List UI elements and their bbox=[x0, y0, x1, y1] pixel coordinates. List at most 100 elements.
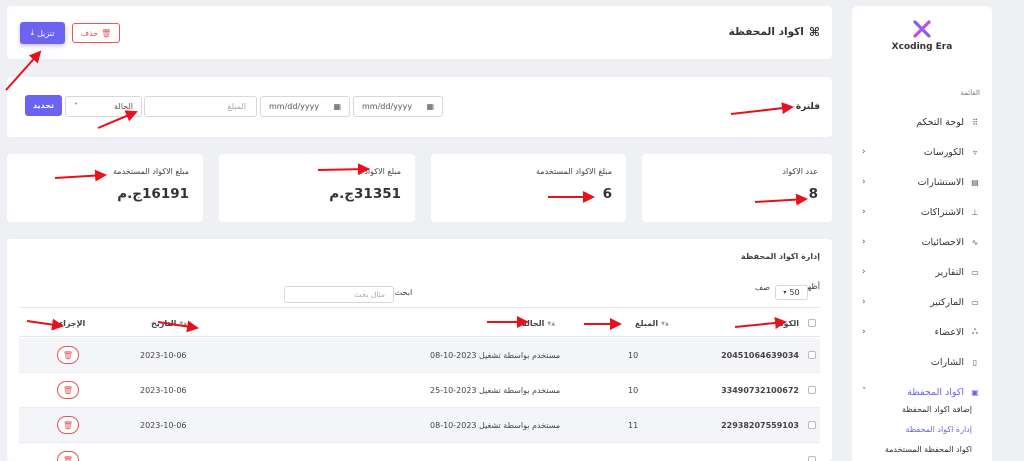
calendar-icon: ▦ bbox=[426, 102, 434, 111]
sidebar-item-reports[interactable]: ▭ التقارير ‹ bbox=[852, 260, 992, 284]
sidebar-subitem-manage-wallet-codes[interactable]: إدارة اكواد المحفظة bbox=[906, 425, 972, 434]
cell-date: 2023-10-06 bbox=[140, 421, 187, 430]
logo[interactable]: Xcoding Era bbox=[852, 20, 992, 52]
row-delete-button[interactable]: 🗑︎ bbox=[57, 346, 79, 364]
date-to-input[interactable]: ▦ mm/dd/yyyy bbox=[260, 96, 350, 117]
hierarchy-icon: ⊥ bbox=[971, 207, 979, 217]
sidebar-item-courses[interactable]: ▿ الكورسات ‹ bbox=[852, 140, 992, 164]
stat-label: مبلغ الاكواد المستخدمة bbox=[113, 167, 189, 176]
row-delete-button[interactable]: 🗑︎ bbox=[57, 451, 79, 461]
chevron-down-icon: ˅ bbox=[74, 102, 78, 111]
date-from-input[interactable]: ▦ mm/dd/yyyy bbox=[353, 96, 443, 117]
row-delete-button[interactable]: 🗑︎ bbox=[57, 381, 79, 399]
bookmark-icon: ▯ bbox=[972, 357, 978, 367]
stat-card-used-amount: مبلغ الاكواد المستخدمة 6 bbox=[431, 154, 626, 222]
sidebar-item-badges[interactable]: ▯ الشارات bbox=[852, 350, 992, 374]
row-checkbox[interactable] bbox=[808, 421, 816, 429]
trash-icon: 🗑︎ bbox=[101, 28, 112, 38]
table-header: الكود ▲▼ المبلغ ▲▼ الحالة ▲▼ التاريخ الإ… bbox=[19, 307, 820, 337]
column-header-amount[interactable]: ▲▼ المبلغ bbox=[635, 319, 669, 328]
select-all-checkbox[interactable] bbox=[808, 319, 816, 327]
column-header-date[interactable]: ▲▼ التاريخ bbox=[151, 319, 187, 328]
sidebar-subitem-used-wallet-codes[interactable]: اكواد المحفظة المستخدمة bbox=[885, 445, 972, 454]
stat-label: عدد الاكواد bbox=[782, 167, 818, 176]
chevron-left-icon: ‹ bbox=[862, 207, 866, 217]
column-header-code[interactable]: الكود bbox=[779, 319, 799, 328]
update-button[interactable]: تحديد bbox=[25, 95, 62, 116]
chevron-left-icon: ‹ bbox=[862, 267, 866, 277]
amount-input[interactable]: المبلغ bbox=[144, 96, 257, 117]
column-header-action: الإجراء bbox=[59, 319, 86, 328]
trash-icon: 🗑︎ bbox=[62, 350, 74, 360]
trash-icon: 🗑︎ bbox=[62, 385, 74, 395]
cell-amount: 11 bbox=[628, 421, 639, 430]
chevron-left-icon: ‹ bbox=[862, 297, 866, 307]
chevron-left-icon: ‹ bbox=[862, 147, 866, 157]
cell-date: 2023-10-06 bbox=[140, 386, 187, 395]
sidebar-item-marketer[interactable]: ▭ الماركتير ‹ bbox=[852, 290, 992, 314]
stat-card-used-codes-amount: مبلغ الاكواد المستخدمة 16191ج.م bbox=[7, 154, 203, 222]
document-icon: ▤ bbox=[971, 177, 979, 187]
download-button[interactable]: تنزيل ⤓ bbox=[20, 22, 65, 44]
status-select[interactable]: الحالة ˅ bbox=[65, 96, 142, 117]
page-title: ⌘ اكواد المحفظة bbox=[728, 25, 820, 39]
page-header: ⌘ اكواد المحفظة 🗑︎ حذف تنزيل ⤓ bbox=[7, 6, 832, 59]
sort-icon: ▲▼ bbox=[547, 320, 556, 327]
stat-label: مبلغ الاكواد المستخدمة bbox=[536, 167, 612, 176]
chevron-left-icon: ‹ bbox=[862, 177, 866, 187]
sidebar-item-label: التقارير bbox=[935, 266, 964, 278]
table-row: 22938207559103 11 مستخدم بواسطة تشغيل 20… bbox=[19, 408, 820, 443]
table-title: إدارة اكواد المحفظة bbox=[740, 252, 820, 261]
cell-date: 2023-10-06 bbox=[140, 351, 187, 360]
filter-title: فلترة bbox=[795, 102, 820, 112]
archive-icon: ▭ bbox=[971, 267, 979, 277]
brand-name: Xcoding Era bbox=[891, 42, 953, 52]
cell-status: مستخدم بواسطة تشغيل 2023-10-08 bbox=[430, 421, 561, 430]
sidebar-item-label: الاستشارات bbox=[917, 176, 964, 188]
sidebar-item-members[interactable]: ஃ الاعضاء ‹ bbox=[852, 320, 992, 344]
sidebar-item-subscriptions[interactable]: ⊥ الاشتراكات ‹ bbox=[852, 200, 992, 224]
row-checkbox[interactable] bbox=[808, 386, 816, 394]
sidebar-item-label: الماركتير bbox=[929, 296, 964, 308]
grid-icon: ⠿ bbox=[972, 117, 978, 127]
sidebar-item-label: الكورسات bbox=[923, 146, 964, 158]
sidebar-item-dashboard[interactable]: ⠿ لوحة التحكم bbox=[852, 110, 992, 134]
column-header-status[interactable]: ▲▼ الحالة bbox=[522, 319, 555, 328]
wallet-icon: ▣ bbox=[971, 387, 979, 397]
row-checkbox[interactable] bbox=[808, 351, 816, 359]
row-checkbox[interactable] bbox=[808, 456, 816, 461]
cell-amount: 10 bbox=[628, 386, 639, 395]
cell-code: 20451064639034 bbox=[721, 351, 799, 360]
cell-status: مستخدم بواسطة تشغيل 2023-10-08 bbox=[430, 351, 561, 360]
table-row: 20451064639034 10 مستخدم بواسطة تشغيل 20… bbox=[19, 338, 820, 373]
calendar-icon: ▦ bbox=[333, 102, 341, 111]
chevron-left-icon: ‹ bbox=[862, 237, 866, 247]
table-row: 🗑︎ bbox=[19, 443, 820, 461]
sidebar-item-wallet-codes[interactable]: ▣ اكواد المحفظة ˅ bbox=[852, 380, 992, 404]
cell-amount: 10 bbox=[628, 351, 639, 360]
sidebar: Xcoding Era القائمة ⠿ لوحة التحكم ▿ الكو… bbox=[852, 6, 992, 461]
stat-value: 16191ج.م bbox=[117, 186, 189, 202]
sidebar-item-label: اكواد المحفظة bbox=[907, 386, 964, 398]
stat-label: مبلغ الاكواد bbox=[364, 167, 401, 176]
trash-icon: 🗑︎ bbox=[62, 420, 74, 430]
codes-table-card: إدارة اكواد المحفظة أظهر 50 ▾ صف ابحث: م… bbox=[7, 239, 832, 461]
row-delete-button[interactable]: 🗑︎ bbox=[57, 416, 79, 434]
menu-section-label: القائمة bbox=[960, 89, 981, 97]
sidebar-item-consultations[interactable]: ▤ الاستشارات ‹ bbox=[852, 170, 992, 194]
cell-code: 22938207559103 bbox=[721, 421, 799, 430]
sidebar-subitem-add-wallet-codes[interactable]: إضافة اكواد المحفظة bbox=[902, 405, 972, 414]
sidebar-item-label: الاشتراكات bbox=[920, 206, 964, 218]
download-icon: ⤓ bbox=[30, 28, 35, 37]
command-icon: ⌘ bbox=[808, 25, 820, 39]
delete-button[interactable]: 🗑︎ حذف bbox=[72, 23, 120, 43]
xcoding-logo-icon bbox=[913, 20, 931, 38]
chevron-left-icon: ‹ bbox=[862, 327, 866, 337]
filter-card: فلترة ▦ mm/dd/yyyy ▦ mm/dd/yyyy المبلغ ا… bbox=[7, 77, 832, 137]
trash-icon: 🗑︎ bbox=[62, 455, 74, 461]
search-input[interactable]: مثال بحث bbox=[284, 286, 394, 303]
sidebar-item-label: لوحة التحكم bbox=[916, 116, 964, 128]
page-size-select[interactable]: 50 ▾ bbox=[775, 285, 808, 300]
cell-status: مستخدم بواسطة تشغيل 2023-10-25 bbox=[430, 386, 561, 395]
sidebar-item-statistics[interactable]: ∿ الاحصائيات ‹ bbox=[852, 230, 992, 254]
